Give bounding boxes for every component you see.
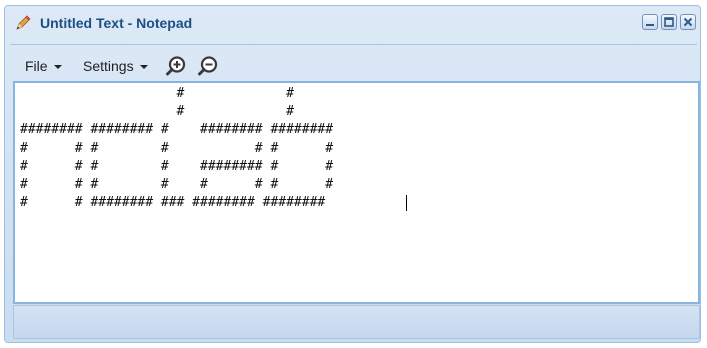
- notepad-window: Untitled Text - Notepad File Settings # …: [4, 5, 701, 343]
- zoom-out-icon[interactable]: [197, 55, 219, 77]
- settings-menu-label: Settings: [83, 58, 134, 74]
- editor-line: # #: [20, 86, 294, 101]
- pencil-icon: [16, 15, 31, 30]
- status-bar: [13, 305, 700, 339]
- editor-line: # # # # ######## # #: [20, 158, 334, 174]
- zoom-in-icon[interactable]: [165, 55, 187, 77]
- file-menu-label: File: [25, 58, 48, 74]
- minimize-button[interactable]: [642, 14, 658, 30]
- editor-content: # # # # ######## ######## # ######## ###…: [20, 85, 333, 212]
- editor-line: # # # # # # #: [20, 140, 334, 156]
- close-button[interactable]: [680, 14, 696, 30]
- maximize-button[interactable]: [661, 14, 677, 30]
- title-bar[interactable]: Untitled Text - Notepad: [5, 6, 700, 40]
- chevron-down-icon: [53, 65, 62, 70]
- minimize-icon: [646, 24, 654, 26]
- chevron-down-icon: [139, 65, 148, 70]
- maximize-icon: [664, 17, 674, 27]
- editor-line: # # # # # # # #: [20, 177, 334, 193]
- menu-toolbar: File Settings: [10, 44, 697, 81]
- editor-line: # #: [20, 104, 294, 120]
- file-menu[interactable]: File: [25, 58, 62, 74]
- settings-menu[interactable]: Settings: [83, 58, 148, 74]
- editor-line: ######## ######## # ######## ########: [20, 122, 334, 138]
- editor-line: # # ######## ### ######## ########: [20, 195, 326, 211]
- window-title: Untitled Text - Notepad: [40, 15, 193, 31]
- close-icon: [683, 17, 693, 27]
- text-editor[interactable]: # # # # ######## ######## # ######## ###…: [13, 81, 700, 304]
- text-cursor: [406, 195, 407, 211]
